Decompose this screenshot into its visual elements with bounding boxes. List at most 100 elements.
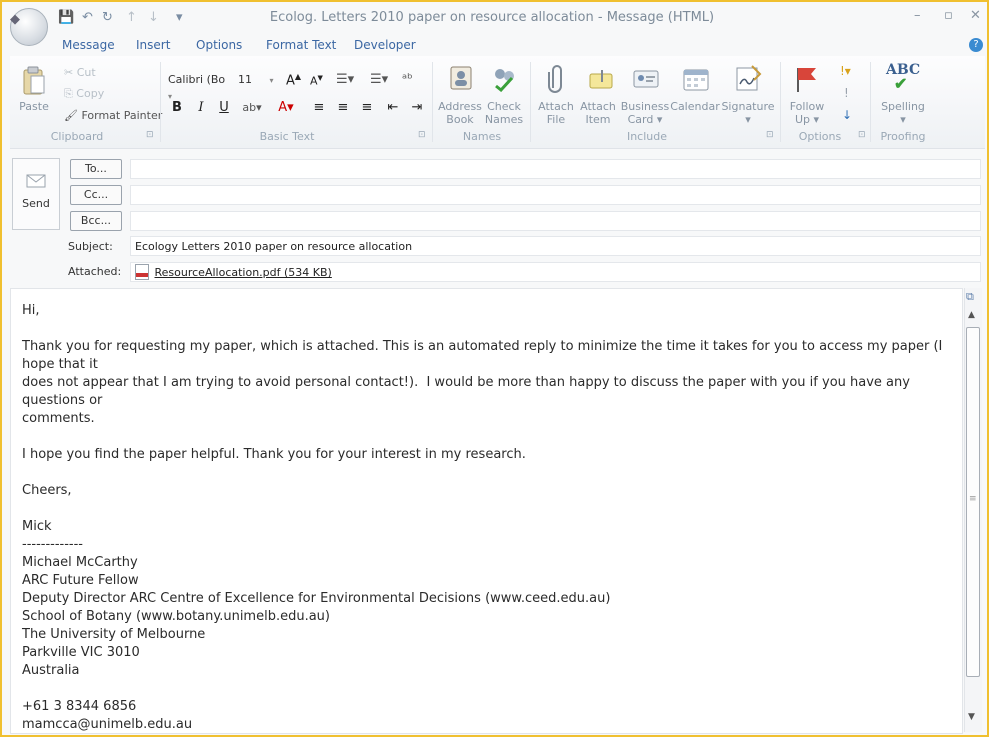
- scroll-up-icon[interactable]: ▲: [968, 310, 975, 320]
- subject-label: Subject:: [68, 240, 113, 253]
- follow-up-label-2: Up ▾: [794, 113, 820, 126]
- align-right-icon[interactable]: ≡: [358, 99, 376, 117]
- minimize-icon[interactable]: –: [914, 8, 921, 23]
- attached-label: Attached:: [68, 265, 122, 278]
- tab-options[interactable]: Options: [196, 38, 242, 52]
- align-center-icon[interactable]: ≡: [334, 99, 352, 117]
- italic-button[interactable]: I: [192, 99, 210, 117]
- ribbon-separator: [160, 62, 161, 142]
- font-name-select[interactable]: Calibri (Bo ▾: [168, 72, 232, 101]
- business-card-button[interactable]: Business Card ▾: [620, 100, 670, 126]
- include-group-label: Include: [626, 130, 668, 143]
- scrollbar-grip-icon: ≡: [969, 494, 977, 504]
- attach-item-label-1: Attach: [580, 100, 616, 113]
- attach-item-button[interactable]: Attach Item: [578, 100, 618, 126]
- spelling-button[interactable]: Spelling ▾: [874, 100, 932, 126]
- bullets-icon[interactable]: ☰▾: [336, 72, 354, 87]
- shrink-font-icon[interactable]: A▼: [310, 74, 323, 88]
- outlook-message-window: ◆ 💾 ↶ ↻ ↑ ↓ ▾ Ecolog. Letters 2010 paper…: [0, 0, 989, 737]
- tab-developer[interactable]: Developer: [354, 38, 416, 52]
- permission-icon[interactable]: !: [844, 86, 849, 100]
- highlight-icon[interactable]: ab▾: [240, 99, 264, 117]
- attach-item-label-2: Item: [585, 113, 611, 126]
- align-left-icon[interactable]: ≡: [310, 99, 328, 117]
- font-color-icon[interactable]: A▾: [274, 99, 298, 117]
- tab-format-text[interactable]: Format Text: [266, 38, 336, 52]
- save-icon[interactable]: 💾: [58, 10, 74, 25]
- copy-label: Copy: [76, 87, 105, 100]
- attachment-field: ResourceAllocation.pdf (534 KB): [130, 262, 981, 282]
- clipboard-group-label: Clipboard: [50, 130, 104, 143]
- ribbon-separator: [432, 62, 433, 142]
- check-names-label-1: Check: [487, 100, 521, 113]
- cut-label: Cut: [76, 66, 96, 79]
- numbering-icon[interactable]: ☰▾: [370, 72, 388, 87]
- address-book-icon: [448, 64, 474, 96]
- message-body[interactable]: Hi, Thank you for requesting my paper, w…: [10, 288, 963, 734]
- high-importance-icon[interactable]: !▾: [840, 64, 851, 78]
- maximize-icon[interactable]: ▫: [944, 8, 953, 23]
- chevron-down-icon: ▾: [269, 76, 274, 85]
- format-painter-button[interactable]: 🖌 Format Painter: [64, 109, 162, 122]
- address-book-label-1: Address: [438, 100, 482, 113]
- attach-file-button[interactable]: Attach File: [536, 100, 576, 126]
- low-importance-icon[interactable]: ↓: [842, 108, 852, 122]
- paste-button[interactable]: Paste: [16, 100, 52, 113]
- paperclip-icon: [548, 64, 564, 98]
- tab-message[interactable]: Message: [62, 38, 115, 52]
- redo-icon[interactable]: ↻: [102, 10, 113, 25]
- signature-label-2: ▾: [745, 113, 751, 126]
- attachment-link[interactable]: ResourceAllocation.pdf (534 KB): [155, 266, 332, 279]
- bcc-button[interactable]: Bcc...: [70, 211, 122, 231]
- attach-file-label-1: Attach: [538, 100, 574, 113]
- calendar-button[interactable]: Calendar: [670, 100, 720, 113]
- tab-insert[interactable]: Insert: [136, 38, 170, 52]
- bold-button[interactable]: B: [168, 99, 186, 117]
- window-title: Ecolog. Letters 2010 paper on resource a…: [269, 10, 715, 25]
- signature-button[interactable]: Signature ▾: [720, 100, 776, 126]
- to-field[interactable]: [130, 159, 981, 179]
- calendar-icon: [682, 66, 710, 96]
- signature-icon: [734, 64, 762, 96]
- copy-button[interactable]: ⎘ Copy: [64, 87, 104, 100]
- font-size-select[interactable]: 11 ▾: [238, 72, 274, 88]
- help-icon[interactable]: ?: [969, 38, 983, 52]
- grow-font-icon[interactable]: A▲: [286, 72, 301, 88]
- font-size-value: 11: [238, 73, 252, 86]
- decrease-indent-icon[interactable]: ⇤: [384, 99, 402, 117]
- clear-formatting-icon[interactable]: ᵃᵇ: [402, 72, 413, 87]
- spelling-label: Spelling: [881, 100, 925, 113]
- proofing-group-label: Proofing: [880, 130, 926, 143]
- send-button[interactable]: Send: [12, 158, 60, 230]
- underline-button[interactable]: U: [215, 99, 233, 117]
- paste-icon: [22, 66, 46, 96]
- customize-qat-icon[interactable]: ▾: [176, 10, 183, 25]
- next-item-icon[interactable]: ↓: [148, 10, 159, 25]
- office-logo-icon: ◆: [10, 12, 20, 27]
- check-names-button[interactable]: Check Names: [482, 100, 526, 126]
- follow-up-button[interactable]: Follow Up ▾: [786, 100, 828, 126]
- undo-icon[interactable]: ↶: [82, 10, 93, 25]
- signature-label-1: Signature: [721, 100, 775, 113]
- scroll-down-icon[interactable]: ▼: [968, 712, 975, 722]
- previous-item-icon[interactable]: ↑: [126, 10, 137, 25]
- cc-button[interactable]: Cc...: [70, 185, 122, 205]
- ribbon-separator: [870, 62, 871, 142]
- include-launcher-icon[interactable]: ⊡: [766, 130, 774, 140]
- subject-field[interactable]: Ecology Letters 2010 paper on resource a…: [130, 236, 981, 256]
- options-launcher-icon[interactable]: ⊡: [858, 130, 866, 140]
- message-body-text: Hi, Thank you for requesting my paper, w…: [22, 303, 943, 732]
- ruler-toggle-icon[interactable]: ⧉: [966, 290, 974, 304]
- close-icon[interactable]: ✕: [970, 8, 981, 23]
- bcc-field[interactable]: [130, 211, 981, 231]
- address-book-button[interactable]: Address Book: [438, 100, 482, 126]
- cc-field[interactable]: [130, 185, 981, 205]
- cut-button[interactable]: ✂ Cut: [64, 66, 96, 79]
- spelling-icon: ABC ✔: [886, 62, 921, 93]
- check-names-icon: [490, 64, 518, 96]
- clipboard-launcher-icon[interactable]: ⊡: [146, 130, 154, 140]
- increase-indent-icon[interactable]: ⇥: [408, 99, 426, 117]
- basic-text-launcher-icon[interactable]: ⊡: [418, 130, 426, 140]
- ribbon-separator: [780, 62, 781, 142]
- to-button[interactable]: To...: [70, 159, 122, 179]
